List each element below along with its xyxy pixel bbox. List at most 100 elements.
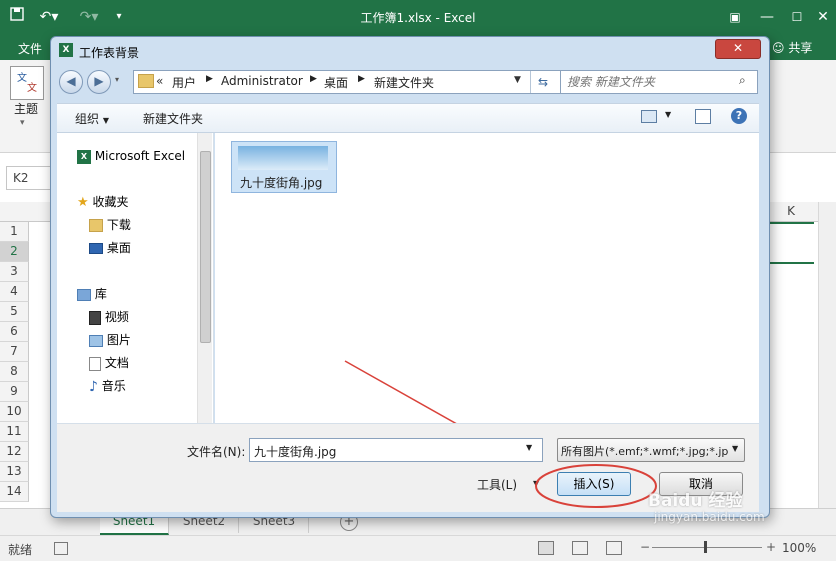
search-input[interactable] <box>565 73 729 91</box>
address-dropdown-icon[interactable]: ▼ <box>514 75 521 85</box>
nav-scrollbar[interactable] <box>197 133 212 423</box>
svg-text:文: 文 <box>27 81 37 94</box>
row-header[interactable]: 4 <box>0 282 29 302</box>
breadcrumb-overflow-icon[interactable]: « <box>156 74 163 88</box>
row-header[interactable]: 2 <box>0 242 29 262</box>
address-bar[interactable]: « 用户 ▶ Administrator ▶ 桌面 ▶ 新建文件夹 ▼ ⇆ <box>133 70 579 94</box>
back-button[interactable]: ◀ <box>59 70 83 94</box>
selected-cell-k2[interactable] <box>770 222 814 264</box>
filetype-dropdown-icon: ▼ <box>732 444 739 453</box>
row-header[interactable]: 8 <box>0 362 29 382</box>
status-bar: 就绪 − + 100% <box>0 535 836 561</box>
row-header[interactable]: 14 <box>0 482 29 502</box>
zoom-out-icon[interactable]: − <box>640 540 650 554</box>
row-header[interactable]: 5 <box>0 302 29 322</box>
customize-qat-icon[interactable]: ▾ <box>112 6 126 28</box>
back-arrow-icon: ◀ <box>66 74 76 88</box>
vertical-scrollbar[interactable] <box>818 202 836 508</box>
nav-item-libraries[interactable]: 库 <box>77 285 107 303</box>
row-header[interactable]: 11 <box>0 422 29 442</box>
search-box[interactable]: ⌕ <box>560 70 758 94</box>
maximize-icon[interactable]: ☐ <box>786 6 808 28</box>
ribbon-display-icon[interactable]: ▣ <box>724 6 746 28</box>
nav-item-videos[interactable]: 视频 <box>89 308 129 326</box>
annotation-circle <box>535 464 657 508</box>
minimize-icon[interactable]: — <box>756 6 778 28</box>
view-options-icon[interactable] <box>641 110 657 123</box>
forward-arrow-icon: ▶ <box>94 74 104 88</box>
breadcrumb-separator-icon[interactable]: ▶ <box>310 74 317 84</box>
name-box[interactable]: K2 <box>6 166 56 190</box>
row-header[interactable]: 3 <box>0 262 29 282</box>
forward-button[interactable]: ▶ <box>87 70 111 94</box>
nav-item-downloads[interactable]: 下载 <box>89 216 131 234</box>
page-break-icon[interactable] <box>606 541 622 555</box>
normal-view-icon[interactable] <box>538 541 554 555</box>
redo-icon[interactable]: ↷▾ <box>74 6 104 28</box>
column-header-k[interactable]: K <box>768 202 814 221</box>
theme-icon[interactable]: 文文 <box>10 66 44 100</box>
close-window-icon[interactable]: ✕ <box>812 6 834 28</box>
baidu-watermark: Baidu 经验 jingyan.baidu.com <box>648 486 832 530</box>
filename-label: 文件名(N): <box>187 445 246 459</box>
share-button[interactable]: ☺ 共享 <box>772 39 812 56</box>
filename-field[interactable]: 九十度街角.jpg ▼ <box>249 438 543 462</box>
excel-icon: X <box>77 149 91 164</box>
row-header[interactable]: 1 <box>0 222 29 242</box>
filename-input[interactable]: 九十度街角.jpg <box>254 443 336 460</box>
macro-record-icon[interactable] <box>54 542 68 555</box>
breadcrumb-item[interactable]: 新建文件夹 <box>374 74 434 91</box>
breadcrumb-item[interactable]: 桌面 <box>324 74 348 91</box>
nav-item-music[interactable]: ♪ 音乐 <box>89 377 126 395</box>
tools-label: 工具(L) <box>477 478 518 492</box>
help-icon[interactable]: ? <box>731 108 747 124</box>
search-icon[interactable]: ⌕ <box>739 73 746 88</box>
row-header[interactable]: 7 <box>0 342 29 362</box>
file-item[interactable]: 九十度街角.jpg <box>231 141 337 193</box>
organize-menu[interactable]: 组织 ▼ <box>75 110 109 127</box>
nav-item-label: 收藏夹 <box>92 195 129 209</box>
row-header[interactable]: 10 <box>0 402 29 422</box>
video-icon <box>89 310 101 325</box>
undo-icon[interactable]: ↶▾ <box>34 6 64 28</box>
nav-item-excel[interactable]: X Microsoft Excel <box>77 147 185 165</box>
page-layout-icon[interactable] <box>572 541 588 555</box>
tools-menu[interactable]: 工具(L) <box>477 476 517 493</box>
row-header[interactable]: 6 <box>0 322 29 342</box>
zoom-slider[interactable] <box>652 547 762 548</box>
breadcrumb-separator-icon[interactable]: ▶ <box>206 74 213 84</box>
nav-item-desktop[interactable]: 桌面 <box>89 239 131 257</box>
refresh-icon[interactable]: ⇆ <box>530 71 555 93</box>
zoom-in-icon[interactable]: + <box>766 540 776 554</box>
zoom-level[interactable]: 100% <box>782 541 816 555</box>
filetype-select[interactable]: 所有图片(*.emf;*.wmf;*.jpg;*.jp ▼ <box>557 438 745 462</box>
nav-scrollbar-thumb[interactable] <box>200 151 211 343</box>
recent-locations-icon[interactable]: ▾ <box>115 75 119 84</box>
filename-dropdown-icon[interactable]: ▼ <box>526 443 532 452</box>
excel-icon: X <box>59 43 73 57</box>
row-header[interactable]: 9 <box>0 382 29 402</box>
row-header[interactable]: 12 <box>0 442 29 462</box>
navigation-pane: X Microsoft Excel ★ 收藏夹 下载 桌面 库 视频 图片 文档… <box>57 133 214 423</box>
new-folder-button[interactable]: 新建文件夹 <box>143 110 203 127</box>
nav-item-pictures[interactable]: 图片 <box>89 331 131 349</box>
preview-pane-icon[interactable] <box>695 109 711 124</box>
breadcrumb-item[interactable]: 用户 <box>172 74 196 91</box>
theme-label[interactable]: 主题 <box>14 100 38 117</box>
breadcrumb-separator-icon[interactable]: ▶ <box>358 74 365 84</box>
save-icon[interactable] <box>6 6 28 28</box>
dialog-close-button[interactable]: ✕ <box>715 39 761 59</box>
breadcrumb-item[interactable]: Administrator <box>221 74 303 88</box>
nav-item-label: 视频 <box>104 310 129 324</box>
file-tab[interactable]: 文件 <box>18 40 42 57</box>
theme-dropdown-icon[interactable]: ▾ <box>20 118 25 128</box>
watermark-brand: Baidu 经验 <box>648 491 743 511</box>
zoom-slider-thumb[interactable] <box>704 541 707 553</box>
nav-item-documents[interactable]: 文档 <box>89 354 129 372</box>
nav-item-favorites[interactable]: ★ 收藏夹 <box>77 193 129 211</box>
view-dropdown-icon[interactable]: ▼ <box>665 110 671 119</box>
row-header[interactable]: 13 <box>0 462 29 482</box>
person-icon: ☺ <box>772 41 785 55</box>
organize-dropdown-icon: ▼ <box>102 116 109 125</box>
file-list: 九十度街角.jpg <box>215 133 759 481</box>
